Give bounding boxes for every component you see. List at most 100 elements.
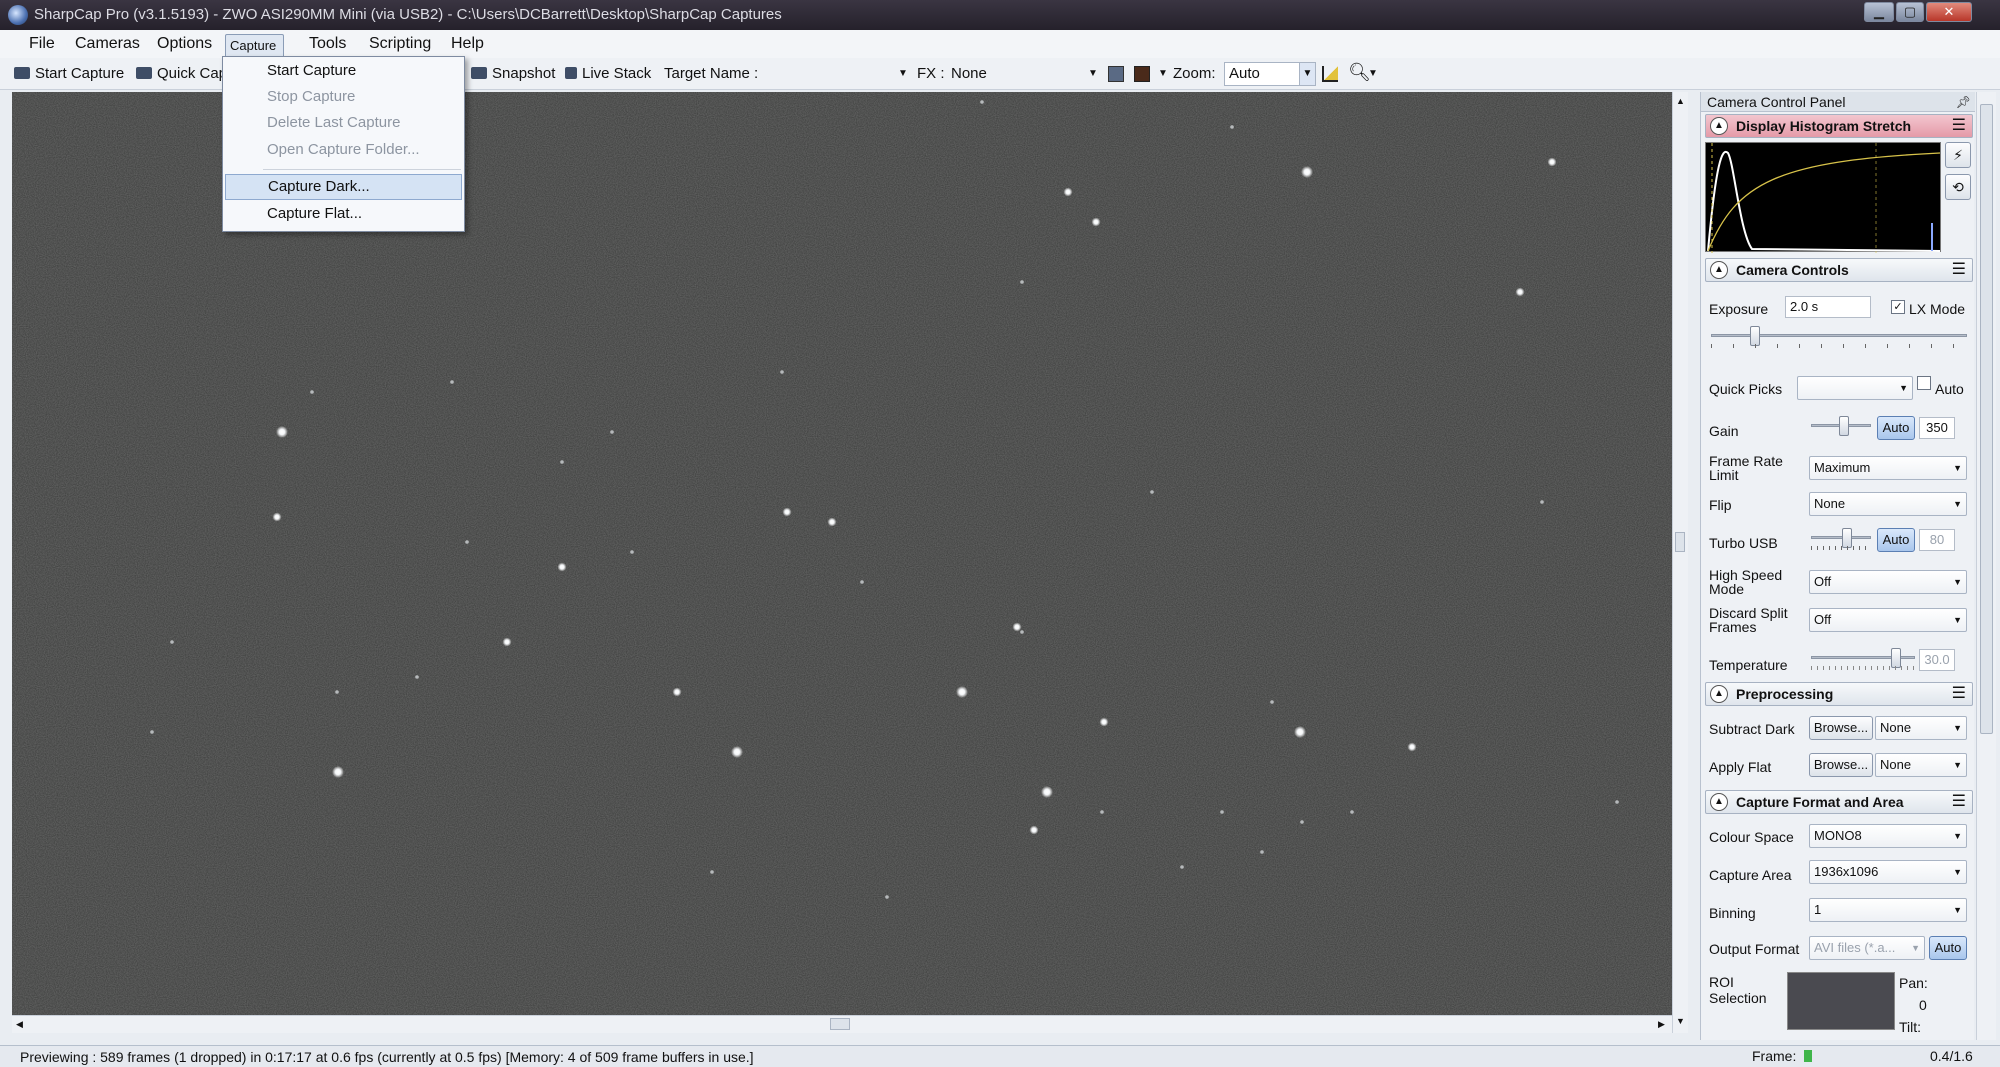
menu-options[interactable]: Options (150, 34, 219, 56)
gain-slider[interactable] (1811, 416, 1871, 436)
histogram-display[interactable] (1705, 142, 1941, 253)
live-stack-button[interactable]: Live Stack (565, 64, 651, 86)
colour-space-select[interactable]: MONO8 ▼ (1809, 824, 1967, 848)
section-capture-format-header[interactable]: ▲ Capture Format and Area ☰ (1705, 790, 1973, 814)
turbo-usb-value[interactable]: 80 (1919, 529, 1955, 551)
auto-stretch-icon[interactable]: ⚡︎ (1945, 142, 1971, 168)
frame-rate-limit-select[interactable]: Maximum ▼ (1809, 456, 1967, 480)
maximize-button[interactable]: ▢ (1896, 2, 1924, 22)
exposure-input[interactable]: 2.0 s (1785, 296, 1871, 318)
swatch-dropdown-icon[interactable]: ▼ (1158, 64, 1168, 86)
chevron-down-icon: ▼ (1953, 463, 1962, 473)
subtract-dark-browse-button[interactable]: Browse... (1809, 716, 1873, 740)
section-camera-controls-header[interactable]: ▲ Camera Controls ☰ (1705, 258, 1973, 282)
quick-picks-select[interactable]: ▼ (1797, 376, 1913, 400)
frame-progress-bar (1804, 1050, 1812, 1062)
subtract-dark-value: None (1880, 720, 1912, 735)
capture-area-value: 1936x1096 (1814, 864, 1879, 879)
slider-thumb (1891, 648, 1901, 668)
exposure-slider[interactable] (1711, 326, 1967, 348)
menu-icon[interactable]: ☰ (1952, 793, 1966, 811)
pin-icon[interactable]: 📌︎ (1956, 92, 1971, 112)
camera-control-panel: Camera Control Panel 📌︎ ▲ Display Histogr… (1700, 92, 1975, 1040)
scroll-thumb[interactable] (1675, 532, 1685, 552)
vertical-scrollbar[interactable]: ▲ ▼ (1672, 92, 1688, 1033)
binning-value: 1 (1814, 902, 1822, 917)
gain-value[interactable]: 350 (1919, 417, 1955, 439)
section-title: Display Histogram Stretch (1736, 118, 1912, 134)
menu-item-open-capture-folder[interactable]: Open Capture Folder... (223, 138, 464, 164)
subtract-dark-select[interactable]: None ▼ (1875, 716, 1967, 740)
high-speed-mode-select[interactable]: Off ▼ (1809, 570, 1967, 594)
frame-label: Frame: (1752, 1048, 1797, 1064)
menu-icon[interactable]: ☰ (1952, 261, 1966, 279)
quick-picks-auto-checkbox[interactable] (1917, 376, 1931, 390)
fx-dropdown-icon[interactable]: ▼ (1088, 64, 1098, 86)
lx-mode-checkbox[interactable]: ✓ (1891, 300, 1905, 314)
collapse-icon[interactable]: ▲ (1710, 685, 1728, 703)
quick-capture-button[interactable]: Quick Cap (136, 64, 227, 86)
live-stack-icon (565, 67, 577, 79)
fx-value[interactable]: None (951, 64, 987, 86)
menu-tools[interactable]: Tools (302, 34, 353, 56)
roi-selection-box[interactable] (1787, 972, 1895, 1030)
zoom-select[interactable]: Auto ▼ (1224, 62, 1316, 86)
scroll-right-icon[interactable]: ▶ (1658, 1019, 1665, 1030)
panel-scrollbar[interactable] (1976, 92, 1996, 1040)
flip-value: None (1814, 496, 1846, 511)
menu-icon[interactable]: ☰ (1952, 685, 1966, 703)
section-preprocessing-header[interactable]: ▲ Preprocessing ☰ (1705, 682, 1973, 706)
menu-icon[interactable]: ☰ (1952, 117, 1966, 135)
colour-space-label: Colour Space (1709, 829, 1794, 845)
menu-item-start-capture[interactable]: Start Capture (223, 59, 464, 85)
start-capture-button[interactable]: Start Capture (14, 64, 124, 86)
output-format-auto-button[interactable]: Auto (1929, 936, 1967, 960)
magnifier-dropdown-icon[interactable]: ▼ (1368, 64, 1378, 86)
pan-value: 0 (1919, 997, 1927, 1013)
turbo-usb-slider[interactable] (1811, 528, 1871, 550)
reset-icon[interactable]: ⟲ (1945, 174, 1971, 200)
scroll-thumb[interactable] (830, 1018, 850, 1030)
collapse-icon[interactable]: ▲ (1710, 117, 1728, 135)
color-swatch-icon[interactable] (1134, 66, 1150, 82)
minimize-button[interactable]: ▁ (1864, 2, 1894, 22)
scroll-thumb[interactable] (1980, 104, 1993, 734)
output-format-select[interactable]: AVI files (*.a... ▼ (1809, 936, 1925, 960)
histogram-icon[interactable] (1322, 66, 1338, 82)
quick-picks-label: Quick Picks (1709, 381, 1783, 397)
flip-select[interactable]: None ▼ (1809, 492, 1967, 516)
scroll-up-icon[interactable]: ▲ (1676, 96, 1685, 106)
collapse-icon[interactable]: ▲ (1710, 261, 1728, 279)
discard-split-frames-select[interactable]: Off ▼ (1809, 608, 1967, 632)
slider-thumb[interactable] (1842, 528, 1852, 548)
scroll-down-icon[interactable]: ▼ (1676, 1016, 1685, 1026)
scroll-left-icon[interactable]: ◀ (16, 1019, 23, 1030)
menu-capture[interactable]: Capture (225, 34, 285, 58)
gain-auto-button[interactable]: Auto (1877, 416, 1915, 440)
close-button[interactable]: ✕ (1926, 2, 1972, 22)
menu-item-capture-flat[interactable]: Capture Flat... (223, 202, 464, 228)
menu-file[interactable]: File (22, 34, 62, 56)
menu-item-delete-last-capture[interactable]: Delete Last Capture (223, 111, 464, 137)
discard-split-frames-label: Discard Split Frames (1709, 605, 1788, 635)
menu-help[interactable]: Help (444, 34, 491, 56)
capture-area-select[interactable]: 1936x1096 ▼ (1809, 860, 1967, 884)
output-format-label: Output Format (1709, 941, 1800, 957)
turbo-usb-auto-button[interactable]: Auto (1877, 528, 1915, 552)
menu-cameras[interactable]: Cameras (68, 34, 147, 56)
apply-flat-select[interactable]: None ▼ (1875, 753, 1967, 777)
menu-item-capture-dark[interactable]: Capture Dark... (225, 174, 462, 200)
horizontal-scrollbar[interactable]: ◀ ▶ (12, 1015, 1672, 1033)
collapse-icon[interactable]: ▲ (1710, 793, 1728, 811)
menu-scripting[interactable]: Scripting (362, 34, 438, 56)
frame-rate-limit-value: Maximum (1814, 460, 1871, 475)
menu-item-stop-capture[interactable]: Stop Capture (223, 85, 464, 111)
binning-select[interactable]: 1 ▼ (1809, 898, 1967, 922)
color-swatch-icon[interactable] (1108, 66, 1124, 82)
slider-thumb[interactable] (1750, 326, 1760, 346)
section-histogram-header[interactable]: ▲ Display Histogram Stretch ☰ (1705, 114, 1973, 138)
apply-flat-browse-button[interactable]: Browse... (1809, 753, 1873, 777)
snapshot-button[interactable]: Snapshot (471, 64, 555, 86)
target-name-dropdown-icon[interactable]: ▼ (898, 64, 908, 86)
slider-thumb[interactable] (1839, 416, 1849, 436)
